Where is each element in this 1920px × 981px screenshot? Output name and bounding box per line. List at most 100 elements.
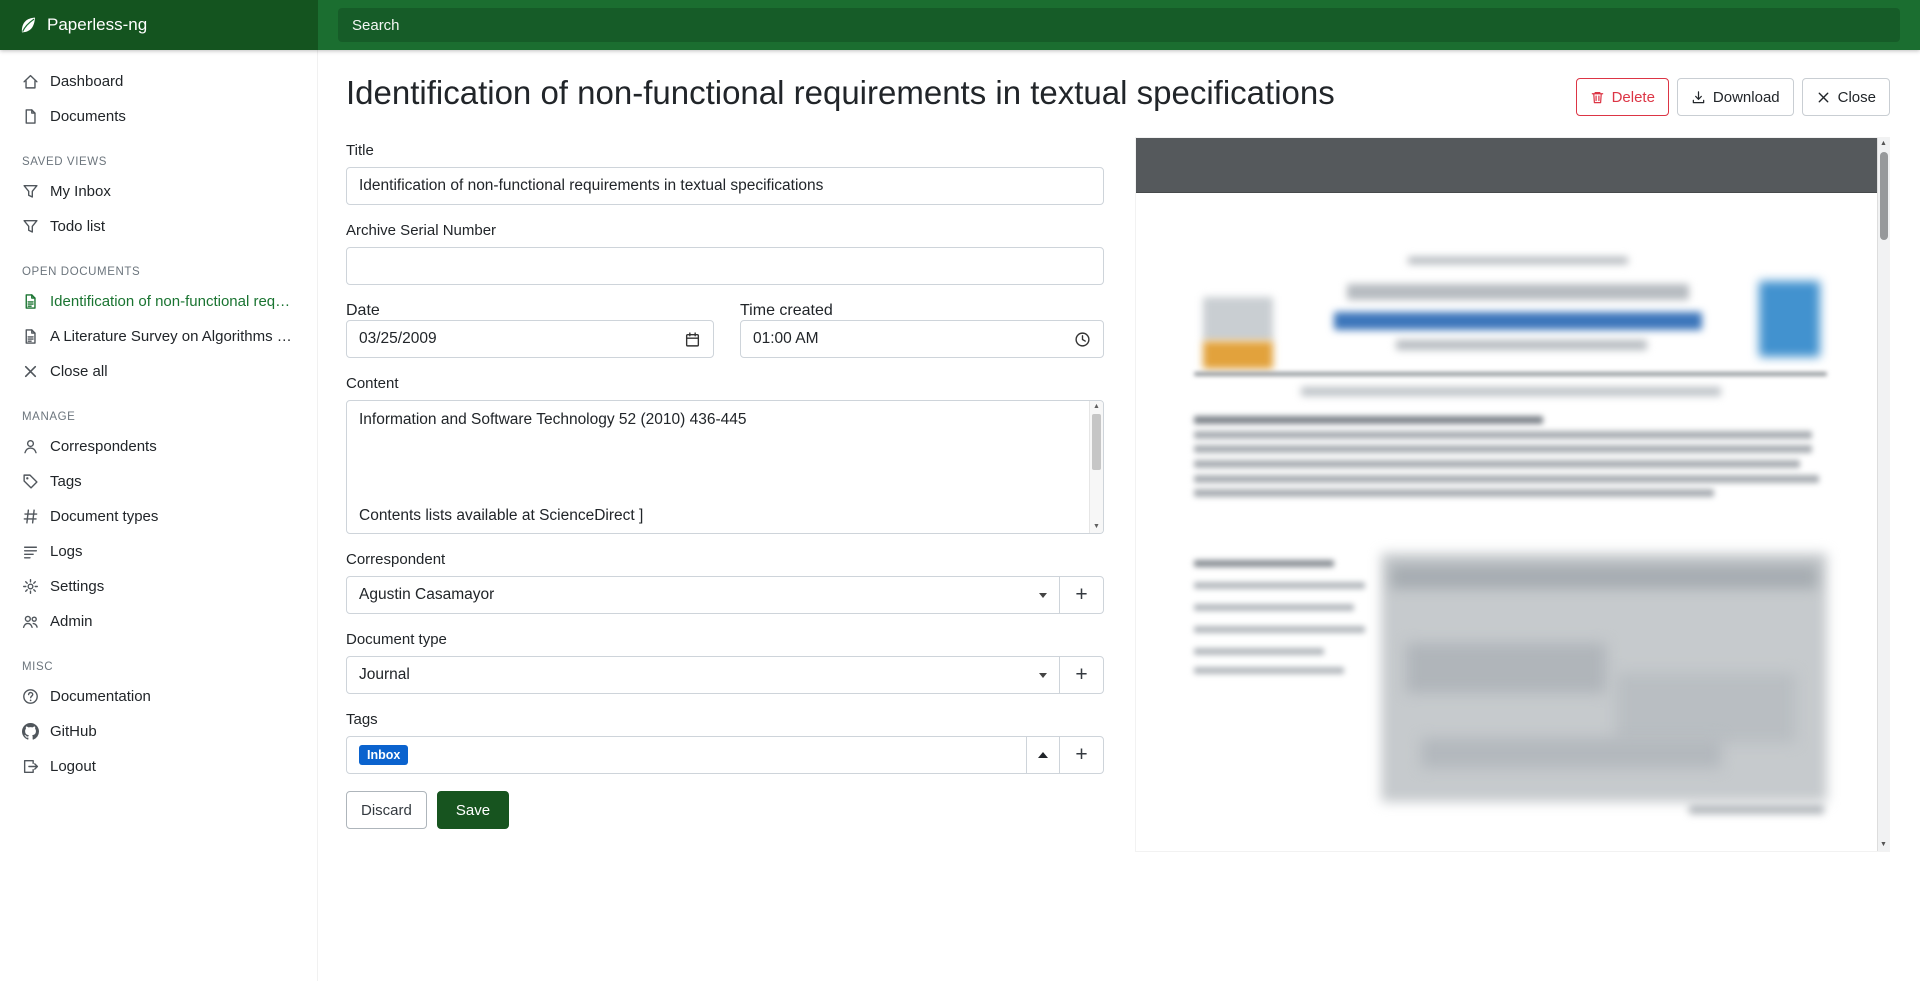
sidebar-item-dashboard[interactable]: Dashboard <box>0 64 317 99</box>
pdf-blur-logo-left-orange <box>1203 341 1273 369</box>
funnel-icon <box>22 218 39 235</box>
scroll-down-arrow[interactable]: ▼ <box>1090 521 1103 533</box>
funnel-icon <box>22 183 39 200</box>
tags-dropdown-toggle[interactable] <box>1026 736 1060 774</box>
sidebar-item-correspondents[interactable]: Correspondents <box>0 429 317 464</box>
pdf-blur-caption <box>1689 805 1824 814</box>
list-icon <box>22 543 39 560</box>
sidebar-item-logs[interactable]: Logs <box>0 534 317 569</box>
pdf-blur-line <box>1408 257 1628 264</box>
pdf-blur-text-line <box>1194 475 1819 483</box>
content-scrollbar[interactable]: ▲ ▼ <box>1089 401 1103 533</box>
gear-icon <box>22 578 39 595</box>
sidebar-section-open-documents: OPEN DOCUMENTS <box>0 258 317 284</box>
sidebar-item-logout[interactable]: Logout <box>0 749 317 784</box>
tag-badge-inbox[interactable]: Inbox <box>359 745 408 766</box>
time-created-label: Time created <box>740 302 833 319</box>
close-icon <box>1816 90 1831 105</box>
document-type-select[interactable]: Journal <box>346 656 1060 694</box>
sidebar-item-documentation[interactable]: Documentation <box>0 679 317 714</box>
house-icon <box>22 73 39 90</box>
pdf-blur-meta-line <box>1194 604 1354 611</box>
sidebar-section-misc: MISC <box>0 653 317 679</box>
date-label: Date <box>346 302 380 319</box>
sidebar-item-close-all[interactable]: Close all <box>0 354 317 389</box>
pdf-scrollbar[interactable]: ▲ ▼ <box>1877 138 1889 851</box>
scroll-up-arrow[interactable]: ▲ <box>1090 401 1103 413</box>
pdf-blur-meta-line <box>1194 560 1334 567</box>
content-label: Content <box>346 375 1104 392</box>
pdf-blur-meta-line <box>1194 582 1365 589</box>
sidebar-item-open-doc-1[interactable]: Identification of non-functional require… <box>0 284 317 319</box>
document-edit-form: Title Archive Serial Number Date 03/25/2… <box>346 142 1104 829</box>
file-text-icon <box>22 293 39 310</box>
sidebar-item-tags[interactable]: Tags <box>0 464 317 499</box>
discard-button[interactable]: Discard <box>346 791 427 829</box>
question-circle-icon <box>22 688 39 705</box>
tags-label: Tags <box>346 711 1104 728</box>
pdf-blur-bar <box>1347 284 1689 300</box>
pdf-scroll-down-arrow[interactable]: ▼ <box>1878 839 1889 851</box>
close-icon <box>22 363 39 380</box>
pdf-blur-body-patch <box>1616 673 1796 743</box>
pdf-blur-meta-line <box>1194 667 1344 674</box>
sidebar-item-settings[interactable]: Settings <box>0 569 317 604</box>
pdf-blur-text-line <box>1194 431 1812 439</box>
correspondent-label: Correspondent <box>346 551 1104 568</box>
top-navbar: Paperless-ng <box>0 0 1920 50</box>
pdf-blur-meta-line <box>1194 626 1365 633</box>
delete-button[interactable]: Delete <box>1576 78 1669 116</box>
clock-icon[interactable] <box>1074 331 1091 348</box>
people-icon <box>22 613 39 630</box>
pdf-blur-journal-title <box>1334 312 1702 330</box>
content-textarea[interactable]: Information and Software Technology 52 (… <box>346 400 1104 534</box>
title-label: Title <box>346 142 1104 159</box>
title-input[interactable] <box>346 167 1104 205</box>
pdf-preview-page <box>1136 193 1877 851</box>
add-correspondent-button[interactable]: + <box>1059 576 1104 614</box>
sidebar: Dashboard Documents SAVED VIEWS My Inbox… <box>0 50 318 981</box>
page-title: Identification of non-functional require… <box>346 72 1335 113</box>
app-brand[interactable]: Paperless-ng <box>0 0 318 50</box>
sidebar-section-manage: MANAGE <box>0 403 317 429</box>
pdf-preview: ▲ ▼ <box>1136 138 1889 851</box>
file-icon <box>22 108 39 125</box>
github-icon <box>22 723 39 740</box>
calendar-icon[interactable] <box>684 331 701 348</box>
pdf-blur-meta-line <box>1194 648 1324 655</box>
pdf-blur-text-line <box>1194 445 1812 453</box>
pdf-blur-logo-right <box>1759 281 1820 357</box>
asn-input[interactable] <box>346 247 1104 285</box>
add-document-type-button[interactable]: + <box>1059 656 1104 694</box>
trash-icon <box>1590 90 1605 105</box>
search-input[interactable] <box>338 8 1900 42</box>
pdf-toolbar[interactable] <box>1136 138 1877 193</box>
sidebar-item-admin[interactable]: Admin <box>0 604 317 639</box>
pdf-blur-text-line <box>1194 489 1714 497</box>
sidebar-item-my-inbox[interactable]: My Inbox <box>0 174 317 209</box>
download-button[interactable]: Download <box>1677 78 1794 116</box>
sidebar-item-open-doc-2[interactable]: A Literature Survey on Algorithms for Mu… <box>0 319 317 354</box>
asn-label: Archive Serial Number <box>346 222 1104 239</box>
date-input[interactable]: 03/25/2009 <box>346 320 714 358</box>
correspondent-select[interactable]: Agustin Casamayor <box>346 576 1060 614</box>
person-icon <box>22 438 39 455</box>
file-text-icon <box>22 328 39 345</box>
pdf-blur-line <box>1396 340 1647 350</box>
close-button[interactable]: Close <box>1802 78 1890 116</box>
save-button[interactable]: Save <box>437 791 509 829</box>
scroll-thumb[interactable] <box>1092 414 1101 470</box>
time-created-input[interactable]: 01:00 AM <box>740 320 1104 358</box>
sidebar-item-document-types[interactable]: Document types <box>0 499 317 534</box>
pdf-scroll-thumb[interactable] <box>1880 152 1888 240</box>
pdf-scroll-up-arrow[interactable]: ▲ <box>1878 138 1889 150</box>
brand-name: Paperless-ng <box>47 15 147 35</box>
add-tag-button[interactable]: + <box>1059 736 1104 774</box>
caret-up-icon <box>1038 752 1048 758</box>
sidebar-item-todo-list[interactable]: Todo list <box>0 209 317 244</box>
sidebar-item-github[interactable]: GitHub <box>0 714 317 749</box>
tags-input[interactable]: Inbox <box>346 736 1027 774</box>
sidebar-item-documents[interactable]: Documents <box>0 99 317 134</box>
download-icon <box>1691 90 1706 105</box>
document-type-label: Document type <box>346 631 1104 648</box>
